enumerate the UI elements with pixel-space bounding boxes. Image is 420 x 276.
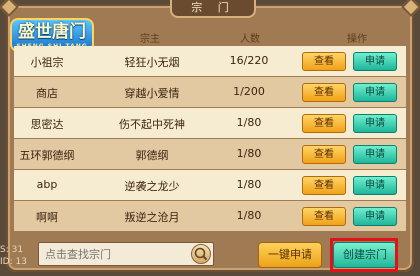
window-title: 宗 门	[170, 0, 256, 18]
sect-leader: 逆袭之龙少	[124, 180, 180, 193]
header-leader: 宗主	[140, 34, 160, 45]
overlay-text: S: 31 ID: 13	[0, 244, 36, 268]
sect-members: 1/80	[236, 178, 262, 191]
sect-leader: 伤不起中死神	[119, 118, 185, 131]
sect-search-input[interactable]	[45, 246, 185, 262]
view-button[interactable]: 查看	[302, 145, 346, 164]
table-row: 啊啊 叛逆之沧月 1/80 查看 申请	[14, 201, 406, 231]
table-row: 五环郭德纲 郭德纲 1/80 查看 申请	[14, 139, 406, 169]
apply-button[interactable]: 申请	[353, 176, 397, 195]
sect-name: 思密达	[30, 118, 64, 131]
sect-members: 1/80	[236, 116, 262, 129]
sect-members: 16/220	[229, 54, 269, 67]
sect-search-box[interactable]	[38, 242, 214, 266]
create-sect-button[interactable]: 创建宗门	[333, 242, 397, 268]
header-members: 人数	[240, 34, 260, 45]
sect-leader: 轻狂小无烟	[124, 56, 180, 69]
apply-button[interactable]: 申请	[353, 114, 397, 133]
sect-table[interactable]: 小祖宗 轻狂小无烟 16/220 查看 申请 商店 穿越小爱情 1/200 查看…	[14, 46, 406, 232]
sect-name: abp	[36, 178, 58, 191]
sect-name: 小祖宗	[30, 56, 64, 69]
view-button[interactable]: 查看	[302, 52, 346, 71]
sect-leader: 叛逆之沧月	[124, 211, 180, 224]
view-button[interactable]: 查看	[302, 114, 346, 133]
view-button[interactable]: 查看	[302, 207, 346, 226]
overlay-line-2: ID: 13	[0, 257, 27, 267]
search-icon	[194, 247, 208, 261]
table-row: abp 逆袭之龙少 1/80 查看 申请	[14, 170, 406, 200]
table-header: 宗主 人数 操作	[14, 26, 406, 46]
sect-leader: 穿越小爱情	[124, 87, 180, 100]
search-button[interactable]	[191, 244, 211, 264]
sect-members: 1/80	[236, 209, 262, 222]
sect-name: 五环郭德纲	[19, 149, 75, 162]
sect-members: 1/80	[236, 147, 262, 160]
sect-name: 商店	[36, 87, 58, 100]
apply-button[interactable]: 申请	[353, 83, 397, 102]
table-row: 商店 穿越小爱情 1/200 查看 申请	[14, 77, 406, 107]
sect-members: 1/200	[233, 85, 265, 98]
one-click-apply-button[interactable]: 一键申请	[258, 242, 322, 268]
header-actions: 操作	[347, 34, 367, 45]
apply-button[interactable]: 申请	[353, 52, 397, 71]
apply-button[interactable]: 申请	[353, 145, 397, 164]
table-row: 小祖宗 轻狂小无烟 16/220 查看 申请	[14, 46, 406, 76]
apply-button[interactable]: 申请	[353, 207, 397, 226]
overlay-line-1: S: 31	[0, 245, 24, 255]
sect-name: 啊啊	[36, 211, 58, 224]
view-button[interactable]: 查看	[302, 83, 346, 102]
table-row: 思密达 伤不起中死神 1/80 查看 申请	[14, 108, 406, 138]
view-button[interactable]: 查看	[302, 176, 346, 195]
sect-leader: 郭德纲	[135, 149, 169, 162]
